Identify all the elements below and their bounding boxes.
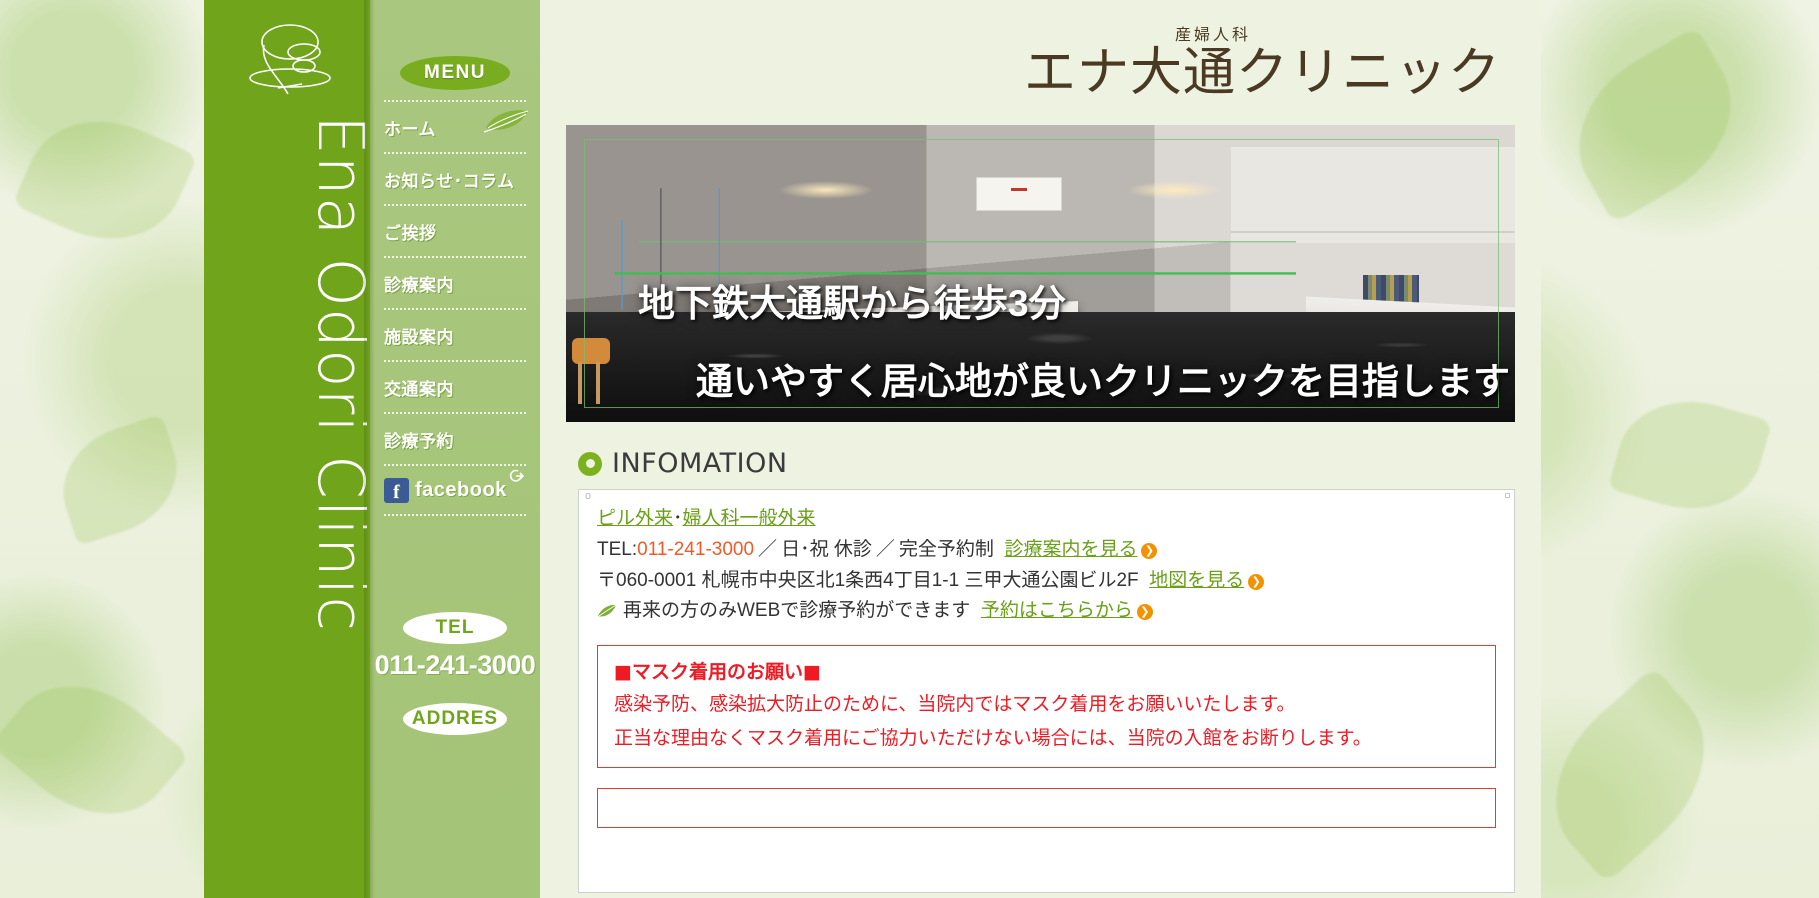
sidebar-contact: TEL 011-241-3000 ADDRES bbox=[370, 612, 540, 735]
hero-headline-1: 地下鉄大通駅から徒歩3分 bbox=[638, 283, 1066, 324]
bullet-icon bbox=[578, 451, 602, 476]
sidebar-item-facebook[interactable]: f facebook bbox=[384, 464, 526, 516]
leaf-icon bbox=[598, 604, 617, 617]
info-line-address: 〒060-0001 札幌市中央区北1条西4丁目1-1 三甲大通公園ビル2F 地図… bbox=[597, 566, 1496, 597]
facebook-icon: f bbox=[384, 477, 409, 503]
arrow-icon[interactable]: ❯ bbox=[1136, 604, 1153, 621]
secondary-notice-box bbox=[597, 787, 1496, 828]
info-line-links: ピル外来･婦人科一般外来 bbox=[597, 504, 1496, 535]
link-reserve[interactable]: 予約はこちらから bbox=[981, 600, 1133, 621]
address-label: ADDRES bbox=[403, 703, 507, 735]
information-box: ピル外来･婦人科一般外来 TEL:011-241-3000／日･祝 休診／完全予… bbox=[578, 489, 1515, 893]
web-reservation-text: 再来の方のみWEBで診療予約ができます bbox=[623, 600, 971, 622]
sidebar-item-label: 診療予約 bbox=[384, 431, 454, 451]
reservation-policy: 完全予約制 bbox=[898, 538, 994, 560]
info-line-web-reservation: 再来の方のみWEBで診療予約ができます 予約はこちらから ❯ bbox=[597, 596, 1496, 627]
hero-headline-2: 通いやすく居心地が良いクリニックを目指します bbox=[696, 361, 1510, 402]
logo-subtitle: 産婦人科 bbox=[1174, 27, 1251, 44]
sidebar-item-label: ホーム bbox=[384, 119, 436, 139]
sidebar-item-medical-guide[interactable]: 診療案内 bbox=[384, 256, 526, 308]
information-title: INFOMATION bbox=[612, 448, 788, 479]
sidebar-item-greeting[interactable]: ご挨拶 bbox=[384, 204, 526, 256]
sidebar-item-label: 交通案内 bbox=[384, 379, 454, 399]
tel-prefix: TEL: bbox=[597, 538, 638, 560]
corner-mark bbox=[1505, 493, 1510, 498]
link-separator: ･ bbox=[673, 508, 683, 529]
hero-banner[interactable]: 地下鉄大通駅から徒歩3分 通いやすく居心地が良いクリニックを目指します bbox=[566, 125, 1515, 422]
logo-title: エナ大通クリニック bbox=[1023, 43, 1501, 103]
info-tel-number: 011-241-3000 bbox=[637, 538, 755, 560]
sidebar-item-access[interactable]: 交通案内 bbox=[384, 360, 526, 412]
menu-button[interactable]: MENU bbox=[400, 56, 510, 90]
notice-line-2: 正当な理由なくマスク着用にご協力いただけない場合には、当院の入館をお断りします。 bbox=[614, 727, 1372, 749]
info-line-tel: TEL:011-241-3000 ／日･祝 休診／完全予約制 診療案内を見る ❯ bbox=[597, 535, 1496, 566]
clinic-address: 〒060-0001 札幌市中央区北1条西4丁目1-1 三甲大通公園ビル2F bbox=[597, 569, 1139, 591]
site-frame: Ena Odori Clinic MENU ホーム お知らせ･コラム ご挨拶 診… bbox=[204, 0, 1541, 898]
site-logo[interactable]: 産婦人科 エナ大通クリニック bbox=[566, 0, 1515, 120]
link-map[interactable]: 地図を見る bbox=[1149, 570, 1244, 591]
menu-list: ホーム お知らせ･コラム ご挨拶 診療案内 施設案内 交通案内 診療予約 f f… bbox=[370, 100, 540, 516]
sidebar-item-label: 診療案内 bbox=[384, 275, 454, 295]
hero-wall-sign bbox=[976, 177, 1062, 211]
clinic-logo-icon bbox=[249, 24, 331, 95]
notice-line-1: 感染予防、感染拡大防止のために、当院内ではマスク着用をお願いいたします。 bbox=[614, 694, 1296, 716]
sidebar-item-news[interactable]: お知らせ･コラム bbox=[384, 152, 526, 204]
sidebar-item-reservation[interactable]: 診療予約 bbox=[384, 412, 526, 464]
brand-rail: Ena Odori Clinic bbox=[204, 0, 370, 898]
information-heading: INFOMATION bbox=[578, 448, 1515, 479]
sidebar-tel-number[interactable]: 011-241-3000 bbox=[370, 650, 540, 681]
sidebar-item-home[interactable]: ホーム bbox=[384, 100, 529, 152]
notice-title: ■マスク着用のお願い■ bbox=[614, 661, 821, 684]
sidebar-item-label: facebook bbox=[415, 478, 507, 501]
sidebar-item-label: ご挨拶 bbox=[384, 223, 437, 243]
arrow-icon[interactable]: ❯ bbox=[1141, 542, 1158, 559]
separator: ／ bbox=[875, 538, 895, 560]
tel-label: TEL bbox=[403, 612, 507, 644]
sidebar-item-label: お知らせ･コラム bbox=[384, 171, 515, 191]
link-gynecology-outpatient[interactable]: 婦人科一般外来 bbox=[683, 508, 816, 529]
separator: ／ bbox=[758, 538, 778, 560]
main-content: 産婦人科 エナ大通クリニック 地下鉄大通駅から徒歩3分 通いやすく居心地が良いク… bbox=[540, 0, 1541, 898]
leaf-icon bbox=[483, 110, 529, 133]
hero-stool bbox=[572, 338, 610, 404]
vertical-brand-name: Ena Odori Clinic bbox=[304, 114, 370, 632]
sidebar-item-label: 施設案内 bbox=[384, 327, 454, 347]
link-pill-outpatient[interactable]: ピル外来 bbox=[597, 508, 673, 529]
closed-days: 日･祝 休診 bbox=[781, 538, 872, 560]
hero-lamp bbox=[1126, 181, 1222, 199]
sidebar-item-facility[interactable]: 施設案内 bbox=[384, 308, 526, 360]
external-link-icon bbox=[509, 469, 524, 482]
facebook-row: f facebook bbox=[384, 477, 507, 503]
arrow-icon[interactable]: ❯ bbox=[1248, 573, 1265, 590]
hero-lamp bbox=[778, 181, 874, 199]
link-clinic-guide[interactable]: 診療案内を見る bbox=[1004, 539, 1137, 560]
mask-notice-box: ■マスク着用のお願い■ 感染予防、感染拡大防止のために、当院内ではマスク着用をお… bbox=[597, 645, 1496, 768]
sidebar-menu: MENU ホーム お知らせ･コラム ご挨拶 診療案内 施設案内 交通案内 診療予… bbox=[370, 0, 540, 898]
